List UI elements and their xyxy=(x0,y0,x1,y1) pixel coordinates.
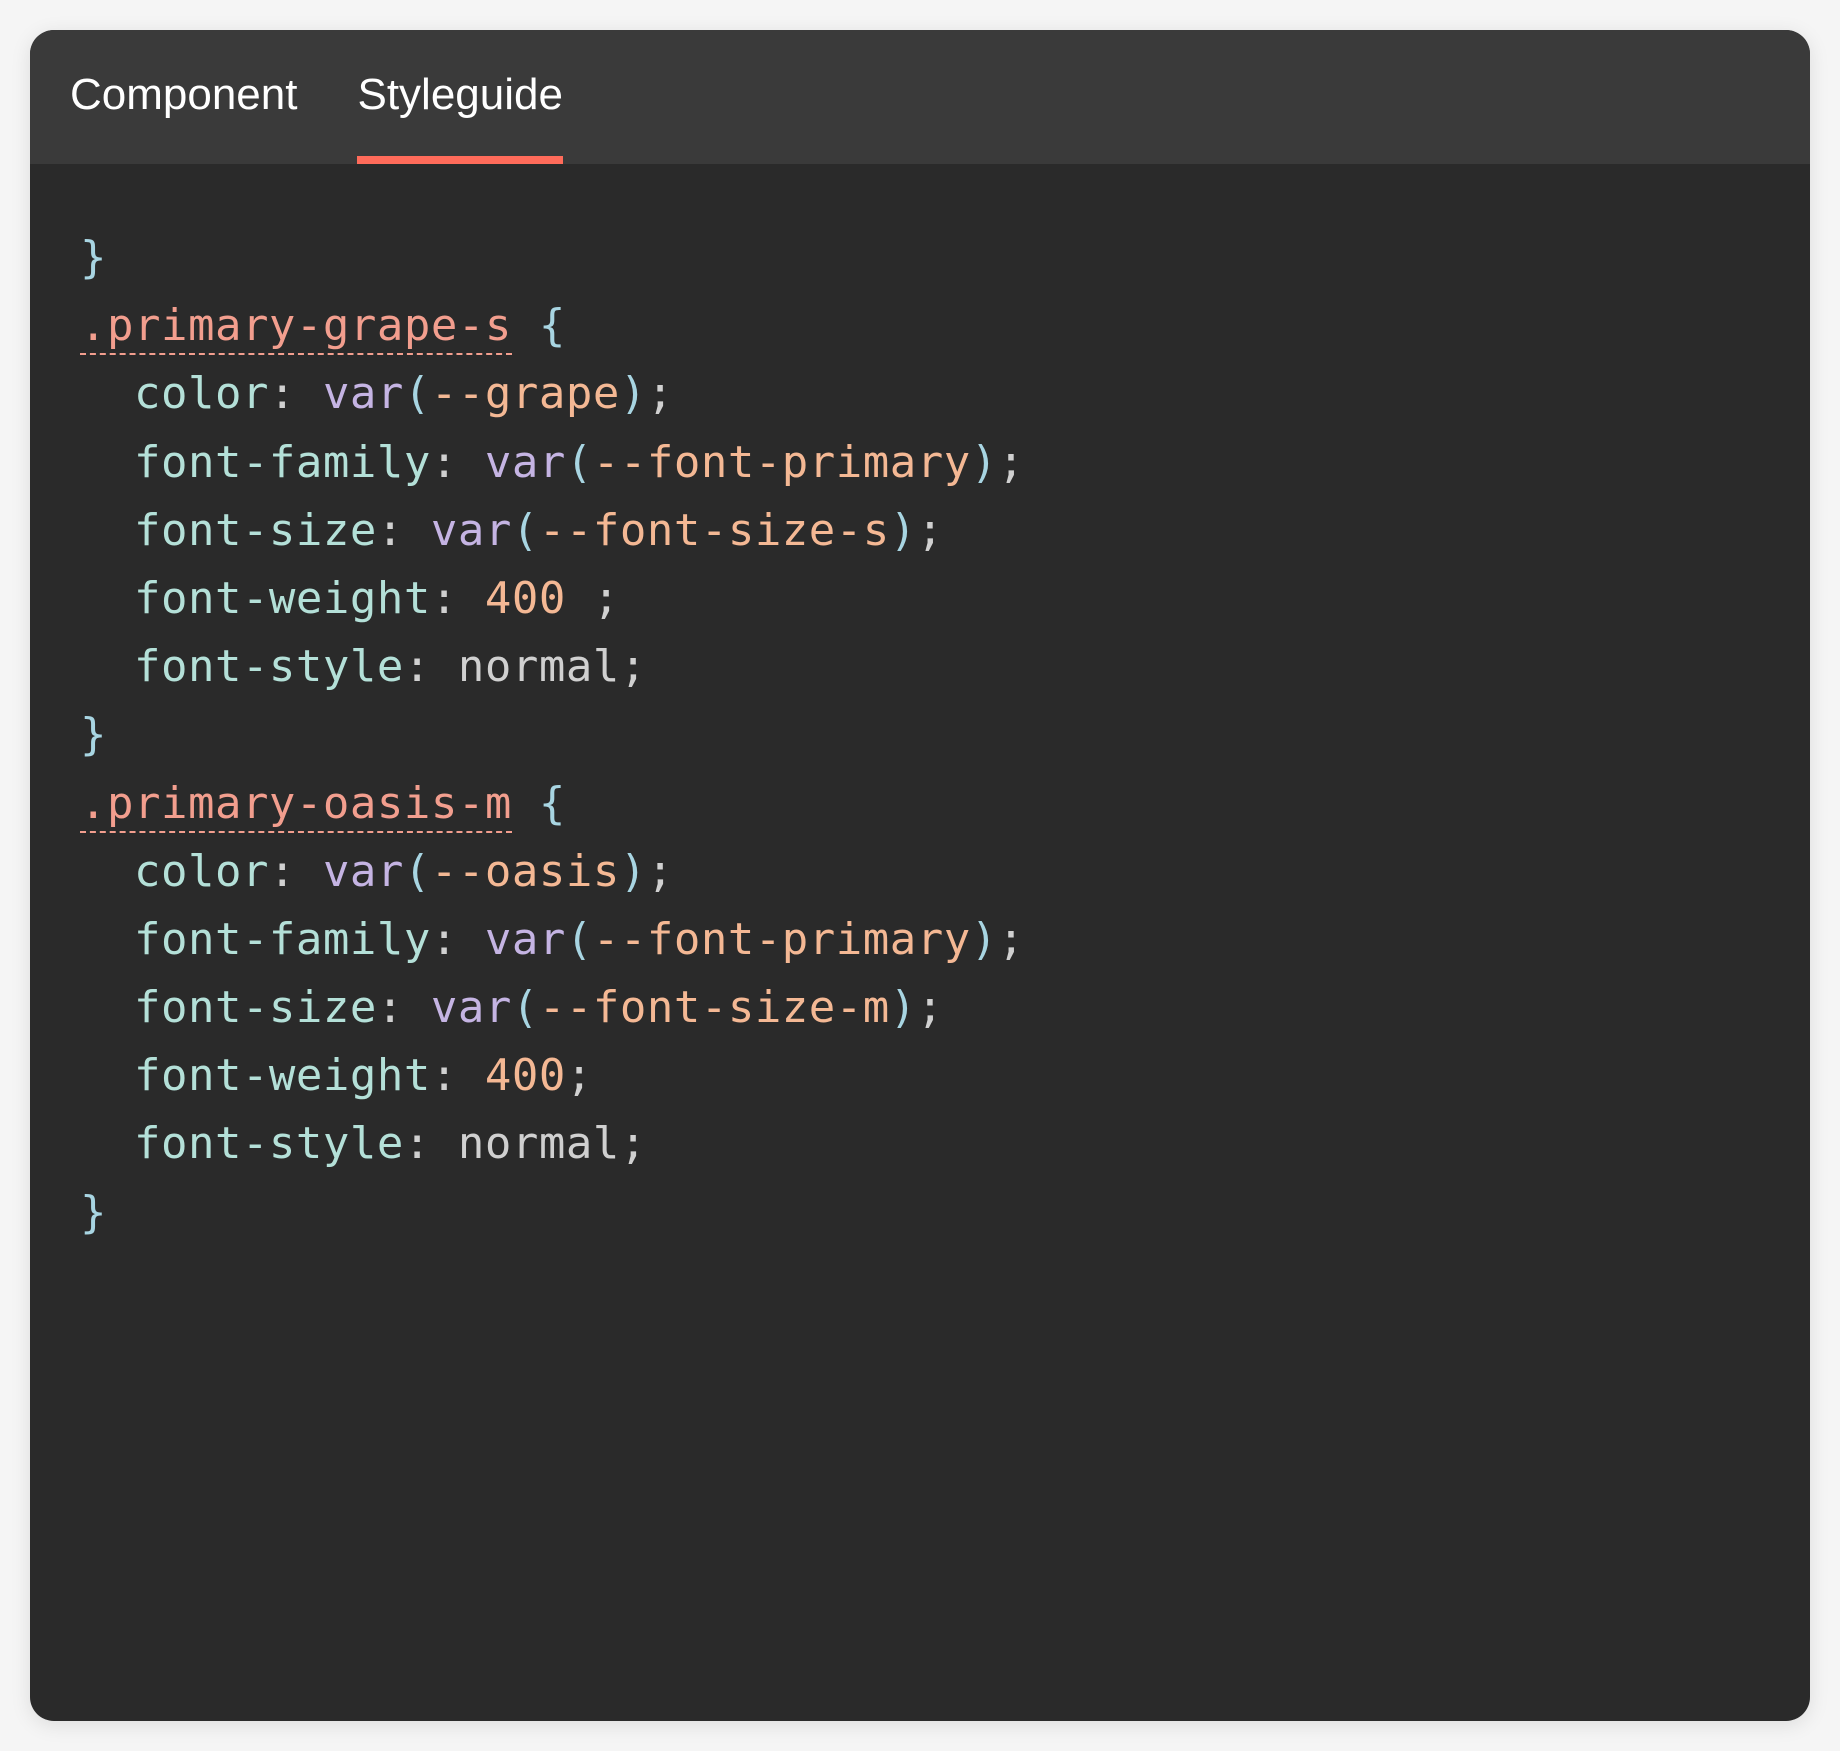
semicolon: ; xyxy=(593,573,620,624)
css-property: font-weight xyxy=(134,1050,431,1101)
brace-close: } xyxy=(80,1187,107,1238)
semicolon: ; xyxy=(566,1050,593,1101)
css-number: 400 xyxy=(485,573,566,624)
css-selector: .primary-oasis-m xyxy=(80,778,512,833)
colon: : xyxy=(269,368,296,419)
css-property: font-style xyxy=(134,1118,404,1169)
css-func: var xyxy=(485,914,566,965)
tab-component[interactable]: Component xyxy=(70,30,297,164)
colon: : xyxy=(431,1050,458,1101)
css-number: 400 xyxy=(485,1050,566,1101)
css-property: font-family xyxy=(134,914,431,965)
css-property: font-size xyxy=(134,505,377,556)
css-var: --font-primary xyxy=(593,914,971,965)
semicolon: ; xyxy=(998,437,1025,488)
css-func: var xyxy=(431,505,512,556)
css-property: font-family xyxy=(134,437,431,488)
paren: ( xyxy=(404,368,431,419)
css-var: --font-size-s xyxy=(539,505,890,556)
css-func: var xyxy=(431,982,512,1033)
css-value: normal xyxy=(458,641,620,692)
paren: ) xyxy=(890,982,917,1033)
css-property: font-weight xyxy=(134,573,431,624)
semicolon: ; xyxy=(647,846,674,897)
colon: : xyxy=(431,914,458,965)
css-func: var xyxy=(323,846,404,897)
tab-bar: Component Styleguide xyxy=(30,30,1810,164)
semicolon: ; xyxy=(998,914,1025,965)
brace-close: } xyxy=(80,232,107,283)
css-property: font-size xyxy=(134,982,377,1033)
trailing-space xyxy=(566,573,593,624)
paren: ( xyxy=(566,914,593,965)
css-property: color xyxy=(134,846,269,897)
css-selector: .primary-grape-s xyxy=(80,300,512,355)
css-var: --oasis xyxy=(431,846,620,897)
css-property: font-style xyxy=(134,641,404,692)
semicolon: ; xyxy=(917,505,944,556)
brace-close: } xyxy=(80,709,107,760)
css-property: color xyxy=(134,368,269,419)
brace-open: { xyxy=(512,778,566,829)
semicolon: ; xyxy=(620,1118,647,1169)
css-value: normal xyxy=(458,1118,620,1169)
colon: : xyxy=(377,505,404,556)
paren: ( xyxy=(404,846,431,897)
colon: : xyxy=(377,982,404,1033)
tab-styleguide[interactable]: Styleguide xyxy=(357,30,562,164)
brace-open: { xyxy=(512,300,566,351)
paren: ( xyxy=(512,505,539,556)
paren: ) xyxy=(971,914,998,965)
colon: : xyxy=(269,846,296,897)
editor-panel: Component Styleguide } .primary-grape-s … xyxy=(30,30,1810,1721)
css-var: --grape xyxy=(431,368,620,419)
paren: ) xyxy=(620,846,647,897)
paren: ) xyxy=(620,368,647,419)
paren: ) xyxy=(971,437,998,488)
css-var: --font-primary xyxy=(593,437,971,488)
colon: : xyxy=(431,573,458,624)
css-func: var xyxy=(485,437,566,488)
paren: ( xyxy=(566,437,593,488)
colon: : xyxy=(404,641,431,692)
semicolon: ; xyxy=(917,982,944,1033)
colon: : xyxy=(431,437,458,488)
semicolon: ; xyxy=(620,641,647,692)
paren: ) xyxy=(890,505,917,556)
css-func: var xyxy=(323,368,404,419)
colon: : xyxy=(404,1118,431,1169)
code-editor[interactable]: } .primary-grape-s { color: var(--grape)… xyxy=(30,164,1810,1307)
semicolon: ; xyxy=(647,368,674,419)
paren: ( xyxy=(512,982,539,1033)
css-var: --font-size-m xyxy=(539,982,890,1033)
